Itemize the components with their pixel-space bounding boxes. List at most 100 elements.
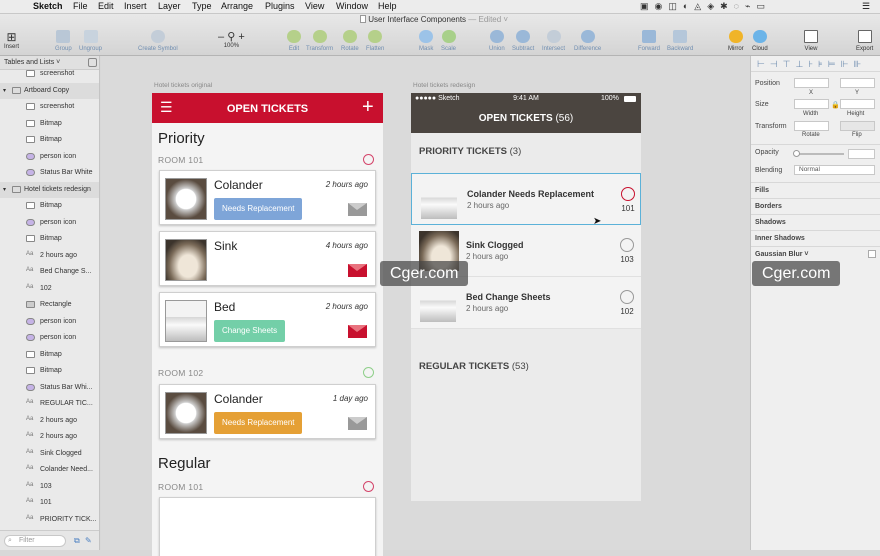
rotate-button[interactable]: Rotate	[341, 30, 359, 52]
menu-type[interactable]: Type	[192, 1, 212, 11]
layer-row[interactable]: Aa REGULAR TIC...	[0, 396, 99, 412]
union-button[interactable]: Union	[489, 30, 505, 52]
canvas[interactable]: Hotel tickets original ☰ OPEN TICKETS + …	[101, 56, 750, 556]
layer-row[interactable]: Aa 2 hours ago	[0, 429, 99, 445]
layer-group[interactable]: ▾ Hotel tickets redesign	[0, 181, 99, 198]
mirror-button[interactable]: Mirror	[728, 30, 744, 52]
layer-row[interactable]: Aa 103	[0, 479, 99, 495]
opacity-slider[interactable]	[794, 153, 844, 155]
zoom-control[interactable]: – ⚲ +100%	[218, 30, 245, 49]
ticket-row[interactable]: Colander Needs Replacement 2 hours ago 1…	[411, 173, 641, 225]
menu-view[interactable]: View	[305, 1, 324, 11]
layer-row[interactable]: Aa Bed Change S...	[0, 264, 99, 280]
layer-row[interactable]: Bitmap	[0, 116, 99, 132]
layer-row[interactable]: screenshot	[0, 99, 99, 115]
status-tag[interactable]: Needs Replacement	[214, 412, 303, 434]
mask-button[interactable]: Mask	[419, 30, 433, 52]
ticket-card[interactable]: Bed 2 hours ago Change Sheets	[159, 292, 376, 347]
opacity-slider-knob[interactable]	[793, 150, 800, 157]
height-field[interactable]	[840, 99, 875, 109]
edit-layer-icon[interactable]: ✎	[85, 536, 92, 545]
disclosure-icon[interactable]: ▾	[3, 87, 6, 94]
edit-button[interactable]: Edit	[287, 30, 301, 52]
blur-checkbox[interactable]	[868, 250, 876, 258]
menu-window[interactable]: Window	[336, 1, 368, 11]
envelope-icon[interactable]	[348, 325, 367, 338]
create-symbol-button[interactable]: Create Symbol	[138, 30, 178, 52]
layer-row[interactable]: Bitmap	[0, 231, 99, 247]
layer-group[interactable]: ▾ Artboard Copy	[0, 82, 99, 99]
width-field[interactable]	[794, 99, 829, 109]
scale-button[interactable]: Scale	[441, 30, 456, 52]
ticket-card[interactable]: Colander 1 day ago Needs Replacement	[159, 384, 376, 439]
flip-buttons[interactable]	[840, 121, 875, 131]
person-icon[interactable]	[363, 154, 374, 165]
menu-arrange[interactable]: Arrange	[221, 1, 253, 11]
person-icon[interactable]	[363, 481, 374, 492]
disclosure-icon[interactable]: ▾	[3, 186, 6, 193]
ungroup-button[interactable]: Ungroup	[79, 30, 102, 52]
filter-input[interactable]: Filter	[4, 535, 66, 547]
person-icon[interactable]	[620, 290, 634, 304]
envelope-icon[interactable]	[348, 417, 367, 430]
menu-file[interactable]: File	[73, 1, 88, 11]
artboard-label-redesign[interactable]: Hotel tickets redesign	[413, 82, 475, 89]
layer-row[interactable]: Aa 2 hours ago	[0, 248, 99, 264]
layer-row[interactable]: Aa PRIORITY TICK...	[0, 512, 99, 528]
difference-button[interactable]: Difference	[574, 30, 601, 52]
artboard-redesign[interactable]: ●●●●● Sketch 9:41 AM 100% OPEN TICKETS (…	[411, 93, 641, 501]
add-icon[interactable]: +	[362, 95, 374, 119]
menu-layer[interactable]: Layer	[158, 1, 181, 11]
group-button[interactable]: Group	[55, 30, 72, 52]
layer-row[interactable]: Bitmap	[0, 198, 99, 214]
artboard-label-original[interactable]: Hotel tickets original	[154, 82, 212, 89]
cloud-button[interactable]: Cloud	[752, 30, 768, 52]
status-tag[interactable]: Needs Replacement	[214, 198, 303, 220]
layer-row[interactable]: person icon	[0, 149, 99, 165]
status-tag[interactable]: Change Sheets	[214, 320, 286, 342]
layer-row[interactable]: person icon	[0, 314, 99, 330]
layer-row[interactable]: Bitmap	[0, 347, 99, 363]
layer-row[interactable]: Status Bar Whi...	[0, 380, 99, 396]
status-menu-icons[interactable]: ▣◉◫◐◬◈✱◌⌁▭	[640, 1, 771, 12]
ticket-card[interactable]: Colander 2 hours ago Needs Replacement	[159, 170, 376, 225]
ticket-card[interactable]	[159, 497, 376, 556]
backward-button[interactable]: Backward	[667, 30, 693, 52]
intersect-button[interactable]: Intersect	[542, 30, 565, 52]
menu-help[interactable]: Help	[378, 1, 397, 11]
layer-row[interactable]: person icon	[0, 330, 99, 346]
menu-app[interactable]: Sketch	[33, 1, 63, 11]
person-icon[interactable]	[363, 367, 374, 378]
layer-row[interactable]: Rectangle	[0, 297, 99, 313]
menu-edit[interactable]: Edit	[98, 1, 114, 11]
x-field[interactable]	[794, 78, 829, 88]
layer-row[interactable]: Bitmap	[0, 363, 99, 379]
ticket-card[interactable]: Sink 4 hours ago	[159, 231, 376, 286]
menu-insert[interactable]: Insert	[124, 1, 147, 11]
flatten-button[interactable]: Flatten	[366, 30, 384, 52]
artboard-original[interactable]: ☰ OPEN TICKETS + Priority ROOM 101 Colan…	[152, 93, 383, 556]
person-icon[interactable]	[621, 187, 635, 201]
layer-row[interactable]: Aa 101	[0, 495, 99, 511]
rotate-field[interactable]	[794, 121, 829, 131]
layer-row[interactable]: Aa 2 hours ago	[0, 413, 99, 429]
layer-row[interactable]: person icon	[0, 215, 99, 231]
layer-row[interactable]: Aa Colander Need...	[0, 462, 99, 478]
layer-row[interactable]: Aa 102	[0, 281, 99, 297]
fills-section[interactable]: Fills	[751, 182, 880, 194]
forward-button[interactable]: Forward	[638, 30, 660, 52]
borders-section[interactable]: Borders	[751, 198, 880, 210]
layer-row[interactable]: Aa Sink Clogged	[0, 446, 99, 462]
gaussian-blur-section[interactable]: Gaussian Blur ˅	[751, 246, 880, 262]
layer-row[interactable]: screenshot	[0, 66, 99, 82]
layer-row[interactable]: Bitmap	[0, 132, 99, 148]
y-field[interactable]	[840, 78, 875, 88]
person-icon[interactable]	[620, 238, 634, 252]
layer-row[interactable]: Status Bar White	[0, 165, 99, 181]
align-toolbar-icons[interactable]: ⊢⊣⊤⊥⊦⊧⊨⊩⊪	[751, 56, 880, 72]
envelope-icon[interactable]	[348, 264, 367, 277]
shadows-section[interactable]: Shadows	[751, 214, 880, 226]
subtract-button[interactable]: Subtract	[512, 30, 534, 52]
export-slice-icon[interactable]: ⧉	[74, 536, 80, 546]
view-button[interactable]: View	[804, 30, 818, 52]
